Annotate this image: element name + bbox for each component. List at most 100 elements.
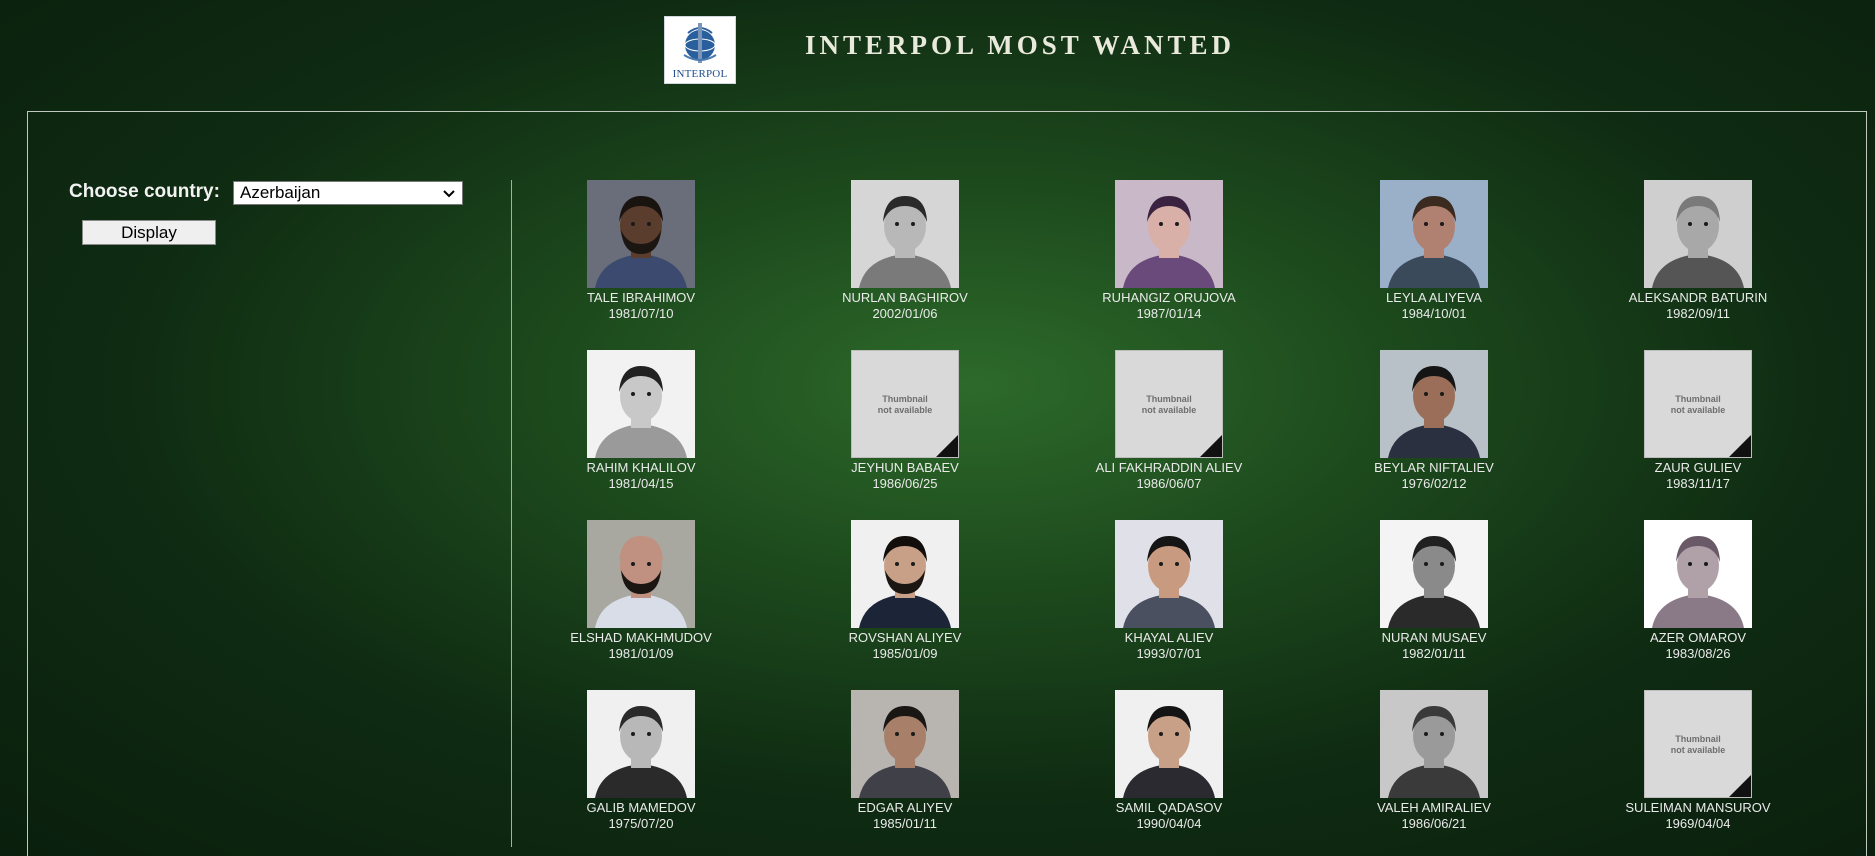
person-dob: 1983/08/26 (1665, 646, 1731, 661)
wanted-person-card[interactable]: RUHANGIZ ORUJOVA 1987/01/14 (1059, 180, 1279, 322)
mugshot-photo[interactable] (851, 180, 959, 288)
wanted-person-card[interactable]: EDGAR ALIYEV 1985/01/11 (795, 690, 1015, 832)
person-dob: 1981/01/09 (608, 646, 674, 661)
portrait-image (1644, 180, 1752, 288)
portrait-image (1115, 520, 1223, 628)
person-dob: 1982/09/11 (1665, 306, 1731, 321)
person-name[interactable]: TALE IBRAHIMOV (531, 290, 751, 306)
mugshot-photo[interactable] (851, 520, 959, 628)
mugshot-photo[interactable] (1380, 520, 1488, 628)
page-curl-icon (1729, 775, 1751, 797)
wanted-person-card[interactable]: TALE IBRAHIMOV 1981/07/10 (531, 180, 751, 322)
mugshot-photo[interactable] (1115, 690, 1223, 798)
page-title: INTERPOL MOST WANTED (804, 30, 1236, 60)
person-dob: 1986/06/07 (1136, 476, 1202, 491)
wanted-person-card[interactable]: AZER OMAROV 1983/08/26 (1588, 520, 1808, 662)
wanted-person-card[interactable]: Thumbnail not available ALI FAKHRADDIN ALI… (1059, 350, 1279, 492)
person-dob: 1993/07/01 (1136, 646, 1202, 661)
mugshot-photo[interactable] (1380, 180, 1488, 288)
person-name[interactable]: GALIB MAMEDOV (531, 800, 751, 816)
mugshot-photo[interactable] (1644, 520, 1752, 628)
wanted-person-card[interactable]: ALEKSANDR BATURIN 1982/09/11 (1588, 180, 1808, 322)
person-name[interactable]: ZAUR GULIEV (1588, 460, 1808, 476)
portrait-image (1380, 690, 1488, 798)
person-name[interactable]: ALEKSANDR BATURIN (1588, 290, 1808, 306)
mugshot-photo[interactable] (1380, 350, 1488, 458)
person-name[interactable]: EDGAR ALIYEV (795, 800, 1015, 816)
person-name[interactable]: SAMIL QADASOV (1059, 800, 1279, 816)
wanted-person-card[interactable]: Thumbnail not available SULEIMAN MANSUROV 1… (1588, 690, 1808, 832)
person-dob: 1983/11/17 (1665, 476, 1731, 491)
portrait-image (851, 690, 959, 798)
portrait-image (587, 350, 695, 458)
mugshot-photo[interactable] (1115, 520, 1223, 628)
person-name[interactable]: ALI FAKHRADDIN ALIEV (1059, 460, 1279, 476)
chevron-down-icon (443, 190, 455, 198)
wanted-person-card[interactable]: ROVSHAN ALIYEV 1985/01/09 (795, 520, 1015, 662)
portrait-image (1644, 520, 1752, 628)
wanted-person-card[interactable]: SAMIL QADASOV 1990/04/04 (1059, 690, 1279, 832)
person-dob: 2002/01/06 (872, 306, 938, 321)
person-name[interactable]: NURAN MUSAEV (1324, 630, 1544, 646)
portrait-image (1380, 350, 1488, 458)
wanted-person-card[interactable]: NURLAN BAGHIROV 2002/01/06 (795, 180, 1015, 322)
person-name[interactable]: NURLAN BAGHIROV (795, 290, 1015, 306)
thumbnail-placeholder[interactable]: Thumbnail not available (1644, 690, 1752, 798)
person-dob: 1976/02/12 (1401, 476, 1467, 491)
wanted-person-card[interactable]: LEYLA ALIYEVA 1984/10/01 (1324, 180, 1544, 322)
page-curl-icon (1200, 435, 1222, 457)
country-select[interactable]: Azerbaijan (233, 181, 463, 205)
person-dob: 1975/07/20 (608, 816, 674, 831)
wanted-person-card[interactable]: Thumbnail not available JEYHUN BABAEV 1986/… (795, 350, 1015, 492)
person-dob: 1981/04/15 (608, 476, 674, 491)
placeholder-line: not available (1670, 405, 1726, 415)
thumbnail-placeholder[interactable]: Thumbnail not available (1115, 350, 1223, 458)
placeholder-line: Thumbnail (882, 394, 928, 404)
wanted-person-card[interactable]: VALEH AMIRALIEV 1986/06/21 (1324, 690, 1544, 832)
person-name[interactable]: JEYHUN BABAEV (795, 460, 1015, 476)
page-header: INTERPOL INTERPOL MOST WANTED (0, 0, 1875, 100)
divider (511, 180, 512, 847)
portrait-image (587, 520, 695, 628)
mugshot-photo[interactable] (851, 690, 959, 798)
wanted-person-card[interactable]: ELSHAD MAKHMUDOV 1981/01/09 (531, 520, 751, 662)
person-name[interactable]: RAHIM KHALILOV (531, 460, 751, 476)
person-dob: 1986/06/25 (872, 476, 938, 491)
portrait-image (1380, 520, 1488, 628)
mugshot-photo[interactable] (587, 520, 695, 628)
wanted-person-card[interactable]: BEYLAR NIFTALIEV 1976/02/12 (1324, 350, 1544, 492)
person-name[interactable]: RUHANGIZ ORUJOVA (1059, 290, 1279, 306)
placeholder-line: not available (1141, 405, 1197, 415)
mugshot-photo[interactable] (1644, 180, 1752, 288)
wanted-person-card[interactable]: RAHIM KHALILOV 1981/04/15 (531, 350, 751, 492)
wanted-person-card[interactable]: GALIB MAMEDOV 1975/07/20 (531, 690, 751, 832)
wanted-person-card[interactable]: Thumbnail not available ZAUR GULIEV 1983/11… (1588, 350, 1808, 492)
person-name[interactable]: VALEH AMIRALIEV (1324, 800, 1544, 816)
thumbnail-placeholder[interactable]: Thumbnail not available (851, 350, 959, 458)
wanted-person-card[interactable]: NURAN MUSAEV 1982/01/11 (1324, 520, 1544, 662)
thumbnail-placeholder-text: Thumbnail not available (1645, 734, 1751, 756)
person-name[interactable]: BEYLAR NIFTALIEV (1324, 460, 1544, 476)
person-name[interactable]: LEYLA ALIYEVA (1324, 290, 1544, 306)
person-name[interactable]: ELSHAD MAKHMUDOV (531, 630, 751, 646)
person-name[interactable]: AZER OMAROV (1588, 630, 1808, 646)
country-select-value: Azerbaijan (240, 183, 321, 202)
mugshot-photo[interactable] (1380, 690, 1488, 798)
wanted-person-card[interactable]: KHAYAL ALIEV 1993/07/01 (1059, 520, 1279, 662)
person-name[interactable]: SULEIMAN MANSUROV (1588, 800, 1808, 816)
person-dob: 1981/07/10 (608, 306, 674, 321)
person-dob: 1982/01/11 (1401, 646, 1467, 661)
mugshot-photo[interactable] (1115, 180, 1223, 288)
person-name[interactable]: KHAYAL ALIEV (1059, 630, 1279, 646)
mugshot-photo[interactable] (587, 350, 695, 458)
thumbnail-placeholder[interactable]: Thumbnail not available (1644, 350, 1752, 458)
portrait-image (1115, 690, 1223, 798)
portrait-image (1115, 180, 1223, 288)
mugshot-photo[interactable] (587, 180, 695, 288)
person-name[interactable]: ROVSHAN ALIYEV (795, 630, 1015, 646)
display-button[interactable]: Display (82, 220, 216, 245)
logo-text: INTERPOL (672, 68, 728, 80)
person-dob: 1984/10/01 (1401, 306, 1467, 321)
person-dob: 1985/01/11 (872, 816, 938, 831)
mugshot-photo[interactable] (587, 690, 695, 798)
